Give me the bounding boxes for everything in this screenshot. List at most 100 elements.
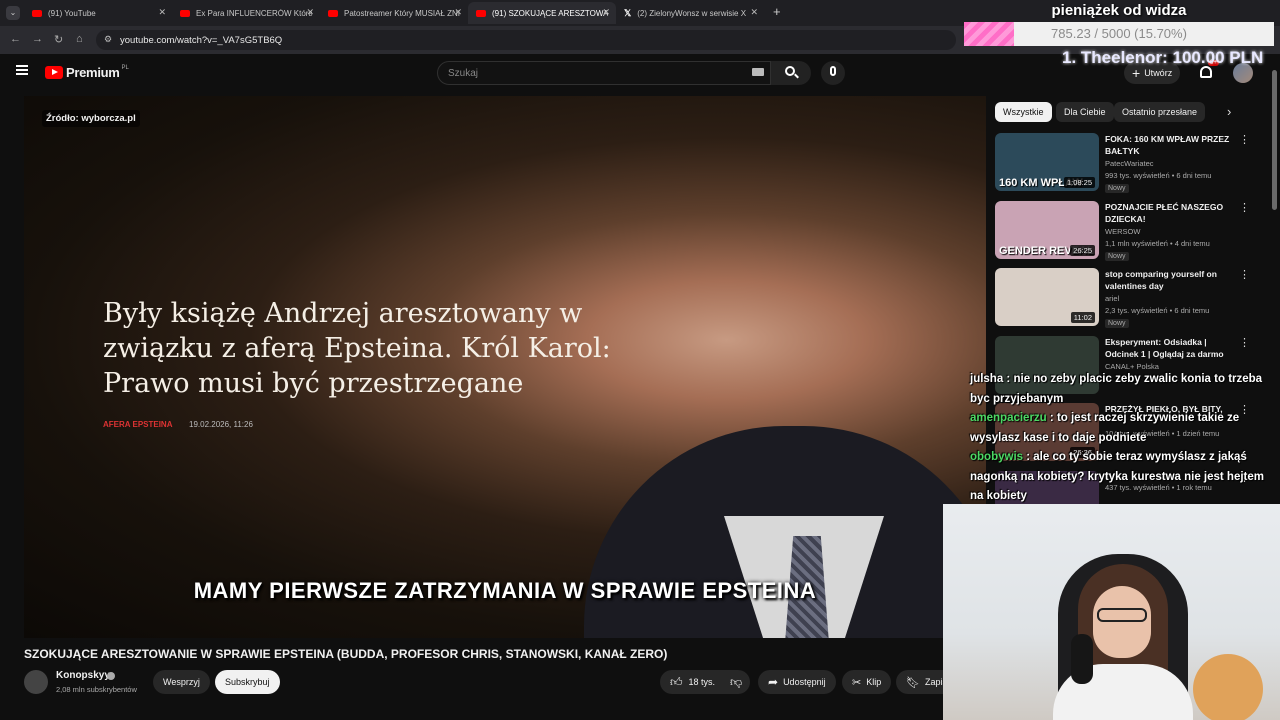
more-options-icon[interactable]: ⋮ xyxy=(1239,201,1250,214)
voice-search-button[interactable] xyxy=(821,61,845,85)
share-icon: ➦ xyxy=(768,675,779,689)
browser-tab[interactable]: 𝕏 (2) ZielonyWonsz w serwisie X ✕ xyxy=(616,2,764,24)
browser-tab[interactable]: (91) SZOKUJĄCE ARESZTOWANIE W SPRAWIE EP… xyxy=(468,2,616,24)
browser-tab[interactable]: (91) YouTube ✕ xyxy=(24,2,172,24)
recommended-meta: 1,1 mln wyświetleń • 4 dni temu xyxy=(1105,238,1210,248)
article-date: 19.02.2026, 11:26 xyxy=(189,420,253,429)
tab-search-icon[interactable]: ⌄ xyxy=(6,6,20,20)
subscriber-count: 2,08 mln subskrybentów xyxy=(56,685,137,694)
webcam-overlay xyxy=(943,504,1280,720)
browser-tab[interactable]: Ex Para INFLUENCERÓW Która Zniszczyła So… xyxy=(172,2,320,24)
browser-tab[interactable]: Patostreamer Który MUSIAŁ ZNIKNĄĆ✕ xyxy=(320,2,468,24)
forward-icon[interactable]: → xyxy=(32,33,43,45)
chat-separator: : xyxy=(1023,451,1034,463)
recommended-title[interactable]: Eksperyment: Odsiadka | Odcinek 1 | Oglą… xyxy=(1105,336,1233,360)
video-duration: 26:25 xyxy=(1070,244,1095,256)
recommended-title[interactable]: POZNAJCIE PŁEĆ NASZEGO DZIECKA! xyxy=(1105,201,1233,225)
youtube-play-icon xyxy=(45,66,63,79)
verified-icon xyxy=(107,672,115,680)
donation-goal-title: pieniążek od widza xyxy=(1051,2,1187,19)
video-caption: MAMY PIERWSZE ZATRZYMANIA W SPRAWIE EPST… xyxy=(193,578,817,603)
create-label: Utwórz xyxy=(1144,68,1173,78)
chat-text: nie no zeby placic zeby zwalic konia to … xyxy=(970,373,1263,405)
video-thumbnail[interactable]: 11:02 xyxy=(995,268,1099,326)
chips-next-icon[interactable]: › xyxy=(1227,104,1231,119)
like-count: 18 tys. xyxy=(688,677,716,687)
microphone-icon xyxy=(830,66,836,76)
home-icon[interactable]: ⌂ xyxy=(76,33,83,45)
close-tab-icon[interactable]: ✕ xyxy=(306,7,314,18)
youtube-icon xyxy=(180,9,190,17)
close-tab-icon[interactable]: ✕ xyxy=(454,7,462,18)
close-tab-icon[interactable]: ✕ xyxy=(602,7,610,18)
chat-username: amenpacierzu xyxy=(970,412,1047,424)
new-tab-button[interactable]: + xyxy=(773,4,781,19)
new-badge: Nowy xyxy=(1105,251,1129,261)
recommended-channel[interactable]: ariel xyxy=(1105,294,1119,303)
new-badge: Nowy xyxy=(1105,184,1129,193)
webcam-face xyxy=(1093,586,1151,658)
tab-title: (91) YouTube xyxy=(48,8,96,18)
youtube-icon xyxy=(476,9,486,17)
more-options-icon[interactable]: ⋮ xyxy=(1239,268,1250,281)
recommended-video[interactable]: 160 KM WPŁAW 1:08:25 FOKA: 160 KM WPŁAW PR… xyxy=(995,133,1250,193)
chat-overlay: julsha : nie no zeby placic zeby zwalic … xyxy=(970,370,1280,507)
filter-chip[interactable]: Ostatnio przesłane xyxy=(1114,102,1206,122)
video-duration: 1:08:25 xyxy=(1063,177,1095,188)
logo-text: Premium xyxy=(66,65,120,80)
article-headline: Były książę Andrzej aresztowany w związk… xyxy=(103,298,611,399)
bookmark-icon: 🔖︎ xyxy=(906,676,920,689)
video-title: SZOKUJĄCE ARESZTOWANIE W SPRAWIE EPSTEIN… xyxy=(24,647,668,661)
back-icon[interactable]: ← xyxy=(10,33,21,45)
webcam-microphone xyxy=(1071,634,1093,684)
channel-name[interactable]: Konopskyy xyxy=(56,670,110,681)
recommended-video[interactable]: GENDER REVEAL 26:25 POZNAJCIE PŁEĆ NASZEGO… xyxy=(995,200,1250,261)
video-duration: 11:02 xyxy=(1070,312,1095,323)
thumbs-down-icon: 👎︎ xyxy=(730,674,743,689)
recommended-channel[interactable]: PatecWariatec xyxy=(1105,159,1154,168)
chat-message: obobywis : ale co ty sobie teraz wymyśla… xyxy=(970,448,1280,507)
recommended-title[interactable]: FOKA: 160 KM WPŁAW PRZEZ BAŁTYK xyxy=(1105,133,1233,157)
like-button[interactable]: 👍︎ 18 tys. xyxy=(660,670,726,694)
support-button[interactable]: Wesprzyj xyxy=(153,670,210,694)
recommended-title[interactable]: stop comparing yourself on valentines da… xyxy=(1105,268,1233,292)
filter-chip[interactable]: Wszystkie xyxy=(995,102,1052,122)
video-thumbnail[interactable]: 160 KM WPŁAW 1:08:25 xyxy=(995,133,1099,191)
chat-username: julsha xyxy=(970,373,1004,385)
subscribe-button[interactable]: Subskrybuj xyxy=(215,670,280,694)
recommended-meta: 993 tys. wyświetleń • 6 dni temu xyxy=(1105,171,1212,180)
recommended-channel[interactable]: WERSOW xyxy=(1105,227,1140,236)
tab-title: (91) SZOKUJĄCE ARESZTOWANIE W SPRAWIE EP… xyxy=(492,8,608,18)
menu-icon[interactable] xyxy=(16,65,28,75)
url-field[interactable]: ⚙ youtube.com/watch?v=_VA7sG5TB6Q xyxy=(96,30,956,50)
chat-message: julsha : nie no zeby placic zeby zwalic … xyxy=(970,370,1280,409)
share-button[interactable]: ➦ Udostępnij xyxy=(758,670,836,694)
youtube-logo[interactable]: Premium PL xyxy=(45,65,129,80)
search-input[interactable]: Szukaj xyxy=(437,61,771,85)
save-label: Zapisz xyxy=(924,677,943,687)
close-tab-icon[interactable]: ✕ xyxy=(158,7,166,18)
save-button[interactable]: 🔖︎ Zapisz xyxy=(896,670,943,694)
youtube-icon xyxy=(328,9,338,17)
x-icon: 𝕏 xyxy=(624,7,632,18)
channel-avatar[interactable] xyxy=(24,670,48,694)
clip-button[interactable]: ✂ Klip xyxy=(842,670,892,694)
filter-chip[interactable]: Dla Ciebie xyxy=(1056,102,1114,122)
search-placeholder: Szukaj xyxy=(448,68,479,79)
scissors-icon: ✂ xyxy=(852,676,862,689)
site-info-icon[interactable]: ⚙ xyxy=(104,34,112,45)
video-thumbnail[interactable]: GENDER REVEAL 26:25 xyxy=(995,200,1099,259)
donation-progress-text: 785.23 / 5000 (15.70%) xyxy=(1051,26,1187,41)
webcam-glasses xyxy=(1097,608,1147,622)
search-button[interactable] xyxy=(771,61,811,85)
recommended-meta: 2,3 tys. wyświetleń • 6 dni temu xyxy=(1105,306,1210,315)
dislike-button[interactable]: 👎︎ xyxy=(722,670,751,694)
reload-icon[interactable]: ↻ xyxy=(54,33,63,46)
more-options-icon[interactable]: ⋮ xyxy=(1239,133,1250,146)
keyboard-icon[interactable] xyxy=(752,68,764,76)
chat-separator: : xyxy=(1046,412,1057,424)
more-options-icon[interactable]: ⋮ xyxy=(1239,336,1250,349)
sidebar-scrollbar[interactable] xyxy=(1272,70,1277,210)
close-tab-icon[interactable]: ✕ xyxy=(750,7,758,18)
recommended-video[interactable]: 11:02 stop comparing yourself on valentin… xyxy=(995,268,1250,328)
